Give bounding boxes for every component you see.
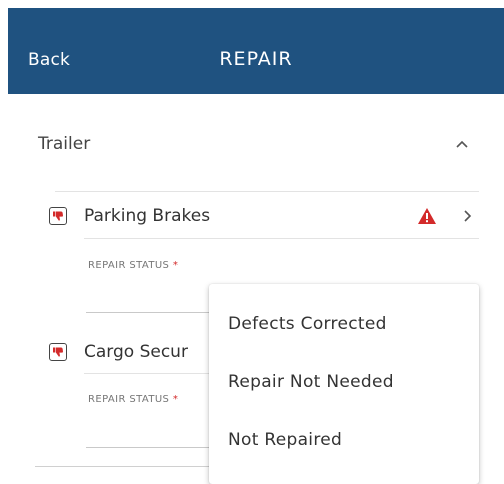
required-mark: * bbox=[172, 260, 179, 271]
warning-icon bbox=[417, 207, 437, 229]
repair-status-select[interactable] bbox=[86, 276, 209, 312]
option-repair-not-needed[interactable]: Repair Not Needed bbox=[209, 356, 479, 408]
option-defects-corrected[interactable]: Defects Corrected bbox=[209, 298, 479, 350]
repair-status-select[interactable] bbox=[86, 410, 209, 446]
required-mark: * bbox=[172, 394, 179, 405]
field-underline bbox=[86, 312, 209, 313]
option-not-repaired[interactable]: Not Repaired bbox=[209, 414, 479, 466]
chevron-up-icon[interactable] bbox=[455, 136, 469, 150]
divider bbox=[55, 191, 479, 192]
field-underline bbox=[86, 447, 209, 448]
repair-status-label: REPAIR STATUS * bbox=[88, 260, 179, 271]
thumbs-down-icon bbox=[49, 207, 67, 225]
app-header: Back REPAIR bbox=[8, 8, 504, 94]
chevron-right-icon[interactable] bbox=[462, 208, 472, 227]
page-title: REPAIR bbox=[219, 48, 293, 70]
divider bbox=[84, 373, 209, 374]
thumbs-down-icon bbox=[49, 343, 67, 361]
divider bbox=[84, 238, 479, 239]
item-label-cargo-securement[interactable]: Cargo Secur bbox=[84, 342, 188, 362]
divider bbox=[35, 466, 209, 467]
repair-status-dropdown: Defects Corrected Repair Not Needed Not … bbox=[209, 284, 479, 484]
repair-status-label: REPAIR STATUS * bbox=[88, 394, 179, 405]
section-title: Trailer bbox=[38, 134, 91, 154]
item-label-parking-brakes[interactable]: Parking Brakes bbox=[84, 206, 210, 226]
